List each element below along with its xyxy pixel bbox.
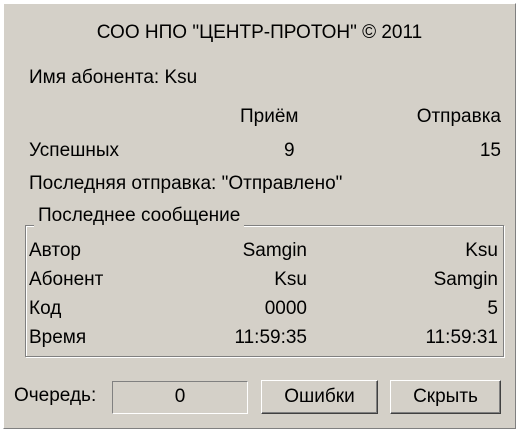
time-send-value: 11:59:31 — [425, 327, 498, 348]
column-header-send: Отправка — [416, 106, 501, 127]
queue-count-field: 0 — [112, 381, 248, 414]
successful-label: Успешных — [29, 140, 120, 161]
code-receive-value: 0000 — [264, 298, 307, 319]
recipient-receive-value: Ksu — [274, 269, 307, 290]
time-receive-value: 11:59:35 — [234, 327, 307, 348]
last-send-label: Последняя отправка: — [29, 173, 217, 194]
subscriber-label: Имя абонента: — [29, 67, 160, 88]
code-send-value: 5 — [487, 298, 498, 319]
subscriber-value: Ksu — [164, 67, 198, 88]
subscriber-name-row: Имя абонента: Ksu — [29, 67, 197, 89]
author-receive-value: Samgin — [242, 240, 307, 261]
author-send-value: Ksu — [465, 240, 498, 261]
queue-label: Очередь: — [14, 385, 97, 406]
last-message-legend: Последнее сообщение — [34, 205, 245, 227]
time-label: Время — [29, 327, 87, 348]
recipient-send-value: Samgin — [433, 269, 498, 290]
status-window: СОО НПО "ЦЕНТР-ПРОТОН" © 2011 Имя абонен… — [3, 3, 516, 429]
successful-receive-value: 9 — [284, 140, 295, 161]
errors-button[interactable]: Ошибки — [261, 380, 378, 414]
column-header-receive: Приём — [240, 106, 299, 127]
last-send-value: "Отправлено" — [221, 173, 343, 194]
successful-send-value: 15 — [479, 140, 501, 161]
code-label: Код — [29, 298, 62, 319]
hide-button[interactable]: Скрыть — [390, 380, 501, 414]
recipient-label: Абонент — [29, 269, 104, 290]
last-send-row: Последняя отправка: "Отправлено" — [29, 173, 342, 195]
author-label: Автор — [29, 240, 81, 261]
app-title: СОО НПО "ЦЕНТР-ПРОТОН" © 2011 — [96, 22, 423, 43]
